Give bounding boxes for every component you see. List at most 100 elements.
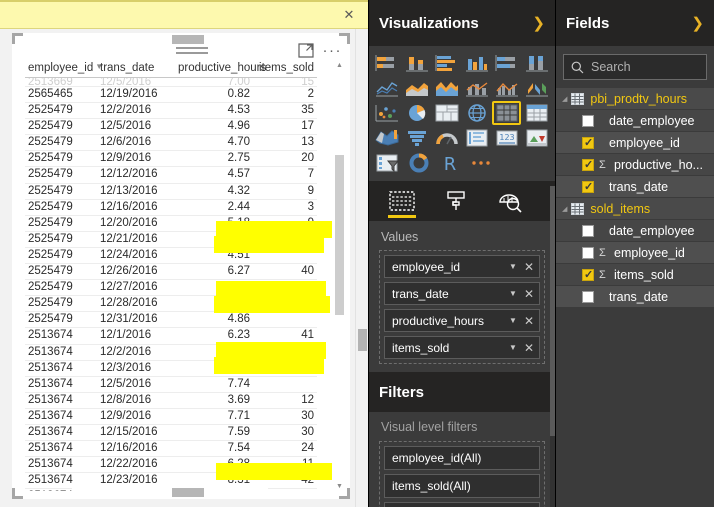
value-field-chip[interactable]: items_sold ▼ ✕ — [384, 336, 540, 359]
close-icon[interactable]: ✕ — [338, 4, 360, 26]
card-icon[interactable]: 123 — [493, 127, 520, 149]
table-row[interactable]: 2513674 12/15/2016 7.59 30 — [25, 424, 317, 442]
table-row[interactable]: 2525479 12/16/2016 2.44 3 — [25, 199, 317, 216]
table-row[interactable]: 2513674 12/22/2016 6.28 11 — [25, 456, 317, 474]
table-row[interactable]: 2513674 12/8/2016 3.69 12 — [25, 392, 317, 409]
table-row[interactable]: 2525479 12/20/2016 5.18 9 — [25, 215, 317, 232]
remove-field-icon[interactable]: ✕ — [524, 341, 534, 355]
column-header-employee-id[interactable]: employee_id ▼ — [25, 61, 103, 78]
table-icon[interactable] — [492, 101, 522, 125]
filter-card[interactable]: employee_id(All) — [384, 446, 540, 470]
kpi-icon[interactable] — [523, 127, 550, 149]
column-header-items-sold[interactable]: items_sold — [253, 61, 317, 78]
table-row[interactable]: 2525479 12/27/2016 4.93 18 — [25, 279, 317, 297]
value-field-chip[interactable]: productive_hours ▼ ✕ — [384, 309, 540, 332]
clustered-bar-chart-icon[interactable] — [434, 52, 461, 74]
table-row[interactable]: 2525479 12/21/2016 3.41 — [25, 231, 317, 248]
more-options-icon[interactable]: ··· — [323, 43, 343, 58]
field-item[interactable]: employee_id — [556, 132, 714, 154]
tab-analytics[interactable] — [483, 181, 537, 221]
stacked-column-chart-icon[interactable] — [404, 52, 431, 74]
scrollbar-thumb[interactable] — [172, 35, 204, 44]
line-stacked-column-chart-icon[interactable] — [463, 77, 490, 99]
value-field-chip[interactable]: employee_id ▼ ✕ — [384, 255, 540, 278]
field-checkbox[interactable] — [582, 290, 594, 303]
table-row[interactable]: 2525479 12/6/2016 4.70 13 — [25, 134, 317, 152]
field-item[interactable]: Σemployee_id — [556, 242, 714, 264]
scatter-chart-icon[interactable] — [374, 102, 401, 124]
line-clustered-column-chart-icon[interactable] — [493, 77, 520, 99]
value-field-chip[interactable]: trans_date ▼ ✕ — [384, 282, 540, 305]
remove-field-icon[interactable]: ✕ — [524, 287, 534, 301]
gauge-chart-icon[interactable] — [434, 127, 461, 149]
search-input[interactable]: Search — [563, 54, 707, 80]
horizontal-scrollbar-bottom[interactable] — [72, 488, 268, 497]
field-item[interactable]: date_employee — [556, 110, 714, 132]
stacked-bar-chart-icon[interactable] — [374, 52, 401, 74]
expand-collapse-icon[interactable]: ◢ — [562, 205, 567, 213]
slicer-icon[interactable] — [374, 152, 402, 174]
tab-format[interactable] — [429, 181, 483, 221]
100-stacked-bar-chart-icon[interactable] — [493, 52, 520, 74]
table-row[interactable]: 2525479 12/9/2016 2.75 20 — [25, 150, 317, 168]
fields-table-node[interactable]: ◢ sold_items — [556, 198, 714, 220]
table-row[interactable]: 2513674 12/23/2016 8.31 42 — [25, 472, 317, 490]
stacked-area-chart-icon[interactable] — [434, 77, 461, 99]
scrollbar-thumb[interactable] — [172, 488, 204, 497]
expand-collapse-icon[interactable]: ◢ — [562, 95, 567, 103]
chevron-down-icon[interactable]: ▼ — [509, 262, 517, 271]
table-row[interactable]: 2565465 12/19/2016 0.82 2 — [25, 86, 317, 104]
chevron-down-icon[interactable]: ▼ — [509, 343, 517, 352]
visual-drag-handle[interactable] — [176, 47, 208, 55]
field-item[interactable]: trans_date — [556, 176, 714, 198]
r-script-visual-icon[interactable]: R — [436, 152, 464, 174]
ribbon-chart-icon[interactable] — [523, 77, 550, 99]
scrollbar-thumb[interactable] — [335, 155, 344, 315]
matrix-icon[interactable] — [523, 102, 550, 124]
fields-table-node[interactable]: ◢ pbi_prodtv_hours — [556, 88, 714, 110]
treemap-icon[interactable] — [434, 102, 461, 124]
horizontal-scrollbar-top[interactable] — [72, 35, 268, 44]
map-icon[interactable] — [463, 102, 490, 124]
table-row[interactable]: 2513674 12/1/2016 6.23 41 — [25, 327, 317, 345]
resize-handle-bottom-left[interactable] — [12, 488, 23, 499]
filter-card[interactable]: productive_hours(All) — [384, 502, 540, 507]
table-row[interactable]: 2513674 12/9/2016 7.71 30 — [25, 408, 317, 425]
funnel-chart-icon[interactable] — [404, 127, 431, 149]
chevron-down-icon[interactable]: ▼ — [509, 289, 517, 298]
values-dropzone[interactable]: employee_id ▼ ✕ trans_date ▼ ✕ productive_hour… — [379, 250, 545, 364]
clustered-column-chart-icon[interactable] — [463, 52, 490, 74]
remove-field-icon[interactable]: ✕ — [524, 260, 534, 274]
field-item[interactable]: trans_date — [556, 286, 714, 308]
table-row[interactable]: 2525479 12/31/2016 4.86 — [25, 311, 317, 329]
table-row[interactable]: 2513669 12/5/2016 7.00 15 — [25, 77, 317, 87]
filter-card[interactable]: items_sold(All) — [384, 474, 540, 498]
table-row[interactable]: 2513674 12/3/2016 0.00 — [25, 360, 317, 377]
table-row[interactable]: 2513674 12/2/2016 7.91 58 — [25, 344, 317, 361]
chevron-down-icon[interactable]: ▼ — [509, 316, 517, 325]
donut-chart-icon[interactable] — [405, 152, 433, 174]
field-checkbox[interactable] — [582, 268, 594, 281]
column-header-trans-date[interactable]: trans_date — [97, 61, 175, 78]
table-row[interactable]: 2525479 12/24/2016 4.51 — [25, 247, 317, 265]
area-chart-icon[interactable] — [404, 77, 431, 99]
table-row[interactable]: 2525479 12/2/2016 4.53 35 — [25, 102, 317, 120]
scroll-down-icon[interactable]: ▼ — [335, 482, 344, 491]
field-item[interactable]: Σitems_sold — [556, 264, 714, 286]
table-row[interactable]: 2513674 12/5/2016 7.74 — [25, 376, 317, 393]
tab-fields[interactable] — [375, 181, 429, 221]
chevron-right-icon[interactable]: ❯ — [691, 14, 704, 32]
visual-level-filters-dropzone[interactable]: employee_id(All) items_sold(All) productiv… — [379, 441, 545, 507]
multi-row-card-icon[interactable] — [463, 127, 490, 149]
more-visuals-icon[interactable] — [467, 152, 495, 174]
table-row[interactable]: 2525479 12/28/2016 4.80 — [25, 295, 317, 313]
100-stacked-column-chart-icon[interactable] — [523, 52, 550, 74]
line-chart-icon[interactable] — [374, 77, 401, 99]
field-checkbox[interactable] — [582, 158, 594, 171]
field-item[interactable]: date_employee — [556, 220, 714, 242]
field-checkbox[interactable] — [582, 180, 594, 193]
focus-mode-icon[interactable] — [297, 43, 314, 58]
column-header-productive-hours[interactable]: productive_hours — [175, 61, 266, 78]
chevron-right-icon[interactable]: ❯ — [532, 14, 545, 32]
scroll-up-icon[interactable]: ▲ — [335, 61, 344, 70]
